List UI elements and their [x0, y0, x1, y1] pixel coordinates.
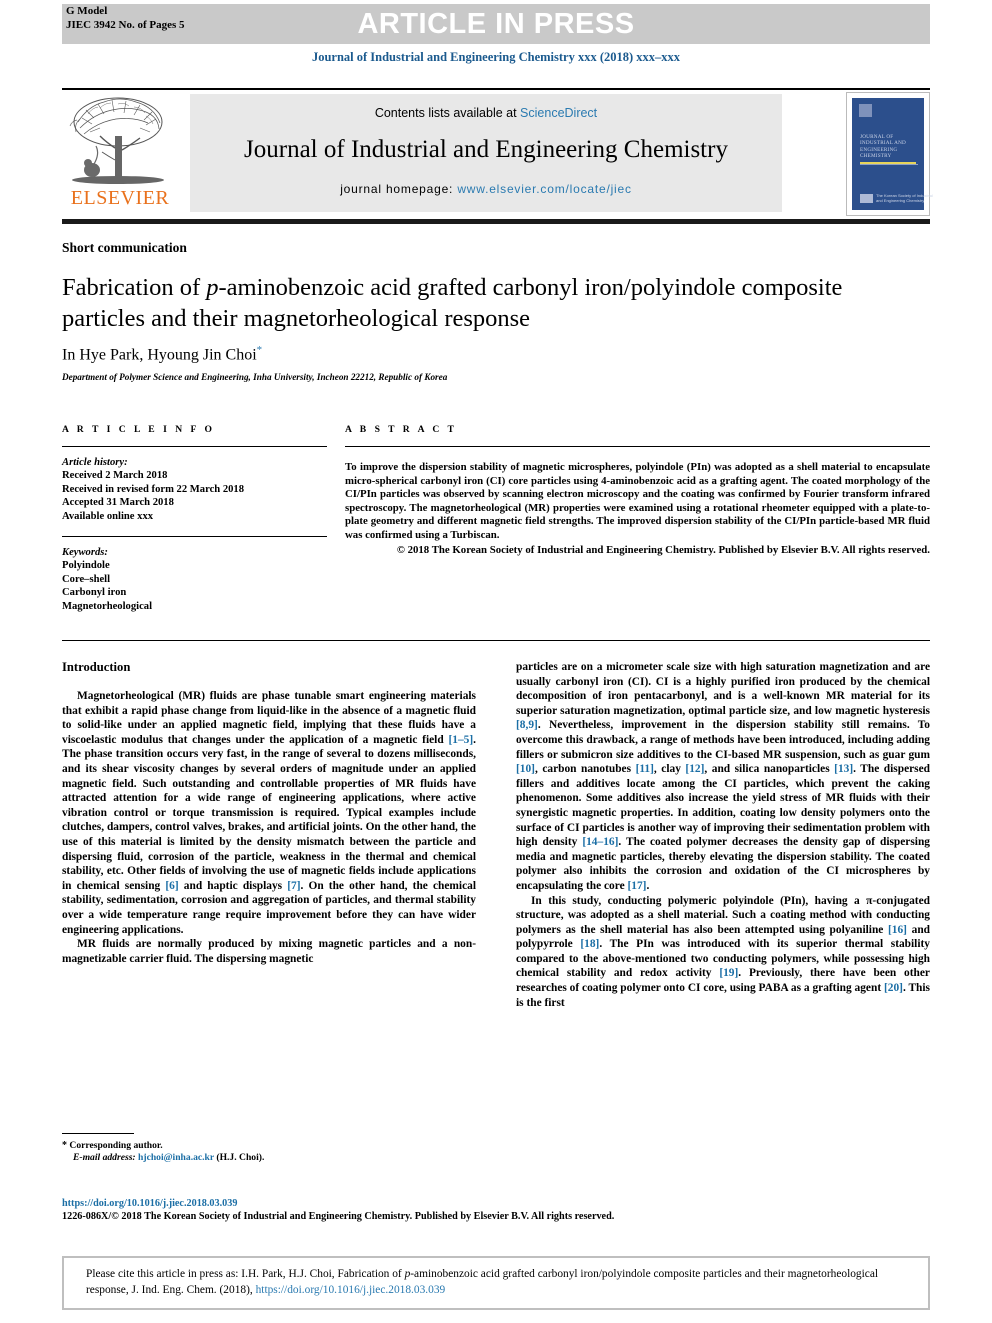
citation-reference[interactable]: [18] [580, 938, 599, 950]
citation-prefix: Please cite this article in press as: I.… [86, 1268, 405, 1280]
g-model-block: G Model JIEC 3942 No. of Pages 5 [66, 5, 185, 32]
paragraph: Magnetorheological (MR) fluids are phase… [62, 690, 476, 936]
affiliation: Department of Polymer Science and Engine… [62, 372, 448, 382]
cover-footline [860, 164, 918, 165]
masthead-top-rule [62, 88, 930, 90]
contents-prefix: Contents lists available at [374, 106, 521, 120]
citation-reference[interactable]: [6] [165, 880, 178, 892]
page-title: Fabrication of p-aminobenzoic acid graft… [62, 272, 852, 334]
corresponding-author-marker: * [256, 344, 263, 356]
history-item: Available online xxx [62, 510, 154, 522]
journal-homepage-line: journal homepage: www.elsevier.com/locat… [190, 182, 782, 196]
citation-reference[interactable]: [19] [719, 967, 738, 979]
journal-cover-thumbnail: JOURNAL OF INDUSTRIAL AND ENGINEERING CH… [846, 92, 933, 216]
issn-copyright-line: 1226-086X/© 2018 The Korean Society of I… [62, 1211, 615, 1223]
email-address-label: E-mail address: [73, 1152, 136, 1164]
journal-title: Journal of Industrial and Engineering Ch… [244, 136, 728, 163]
article-in-press-text: ARTICLE IN PRESS [357, 8, 635, 40]
keywords-block: Keywords: Polyindole Core–shell Carbonyl… [62, 546, 327, 613]
title-italic-p: p [206, 274, 219, 301]
citation-reference[interactable]: [14–16] [582, 836, 618, 848]
doi-link[interactable]: https://doi.org/10.1016/j.jiec.2018.03.0… [62, 1197, 762, 1210]
history-item: Received in revised form 22 March 2018 [62, 483, 245, 495]
citation-box: Please cite this article in press as: I.… [62, 1256, 930, 1310]
paragraph: MR fluids are normally produced by mixin… [62, 938, 476, 965]
author-list: In Hye Park, Hyoung Jin Choi* [62, 344, 262, 364]
article-info-column: A R T I C L E I N F O Article history: R… [62, 424, 327, 613]
citation-reference[interactable]: [7] [287, 880, 300, 892]
citation-reference[interactable]: [20] [884, 982, 903, 994]
journal-reference-line: Journal of Industrial and Engineering Ch… [311, 50, 681, 64]
citation-text: Please cite this article in press as: I.… [86, 1267, 906, 1298]
history-item: Received 2 March 2018 [62, 470, 168, 482]
body-column-right: particles are on a micrometer scale size… [516, 660, 930, 1010]
citation-reference[interactable]: [10] [516, 763, 535, 775]
cover-emblem-icon [859, 104, 872, 117]
citation-doi-link[interactable]: https://doi.org/10.1016/j.jiec.2018.03.0… [256, 1284, 446, 1296]
title-post: -aminobenzoic acid grafted carbonyl iron… [218, 274, 736, 301]
g-model-label: G Model [66, 5, 108, 17]
masthead-bottom-rule [62, 219, 930, 224]
introduction-heading: Introduction [62, 660, 131, 674]
article-type-label: Short communication [62, 240, 187, 255]
citation-reference[interactable]: [17] [627, 880, 646, 892]
homepage-url-link[interactable]: www.elsevier.com/locate/jiec [457, 182, 631, 196]
author-names: In Hye Park, Hyoung Jin Choi [62, 346, 257, 364]
abstract-text: To improve the dispersion stability of m… [345, 461, 930, 541]
keyword-item: Polyindole [62, 560, 110, 572]
abstract-heading: A B S T R A C T [345, 424, 457, 435]
body-separator-rule [62, 640, 930, 641]
homepage-prefix: journal homepage: [340, 182, 458, 196]
cover-society-logo-icon [860, 194, 873, 203]
elsevier-logo: ELSEVIER [64, 92, 176, 214]
elsevier-tree-icon [69, 97, 164, 184]
citation-reference[interactable]: [13] [834, 763, 853, 775]
body-column-left: Introduction Magnetorheological (MR) flu… [62, 660, 476, 966]
keyword-item: Carbonyl iron [62, 587, 127, 599]
citation-reference[interactable]: [16] [888, 924, 907, 936]
contents-box: Contents lists available at ScienceDirec… [190, 94, 782, 212]
abstract-copyright: © 2018 The Korean Society of Industrial … [396, 543, 930, 556]
keywords-label: Keywords: [62, 547, 108, 559]
citation-reference[interactable]: [11] [636, 763, 654, 775]
corresponding-author-footnote: * Corresponding author. E-mail address: … [62, 1140, 482, 1165]
cover-society-text: The Korean Society of Industrial and Eng… [876, 193, 933, 203]
article-in-press-band: ARTICLE IN PRESS [62, 4, 930, 44]
keyword-item: Core–shell [62, 573, 111, 585]
journal-masthead: ELSEVIER Contents lists available at Sci… [62, 88, 933, 224]
abstract-rule [345, 446, 930, 447]
email-link[interactable]: hjchoi@inha.ac.kr [138, 1152, 214, 1163]
history-item: Accepted 31 March 2018 [62, 497, 174, 509]
footnote-line-1: * Corresponding author. [62, 1140, 482, 1152]
citation-reference[interactable]: [12] [685, 763, 704, 775]
citation-box-inner: Please cite this article in press as: I.… [64, 1258, 928, 1308]
elsevier-wordmark: ELSEVIER [70, 187, 170, 209]
footnote-line-2: E-mail address: hjchoi@inha.ac.kr (H.J. … [62, 1152, 482, 1164]
article-history-label: Article history: [62, 457, 128, 468]
article-info-heading: A R T I C L E I N F O [62, 424, 215, 435]
footnote-rule [62, 1133, 134, 1134]
citation-reference[interactable]: [1–5] [448, 734, 473, 746]
paragraph: In this study, conducting polymeric poly… [516, 894, 931, 1009]
pages-label: JIEC 3942 No. of Pages 5 [66, 18, 185, 31]
contents-available-line: Contents lists available at ScienceDirec… [190, 106, 782, 120]
sciencedirect-link[interactable]: ScienceDirect [520, 106, 597, 120]
article-page: ARTICLE IN PRESS G Model JIEC 3942 No. o… [0, 0, 992, 1323]
keyword-item: Magnetorheological [62, 600, 153, 612]
cover-inner: JOURNAL OF INDUSTRIAL AND ENGINEERING CH… [852, 98, 933, 210]
email-suffix: (H.J. Choi). [216, 1152, 265, 1164]
doi-block: https://doi.org/10.1016/j.jiec.2018.03.0… [62, 1197, 762, 1224]
article-history-block: Article history: Received 2 March 2018 R… [62, 456, 327, 523]
paragraph: particles are on a micrometer scale size… [516, 661, 930, 892]
abstract-column: A B S T R A C T To improve the dispersio… [345, 424, 930, 557]
footnote-star: * [62, 1140, 67, 1151]
cover-journal-title: JOURNAL OF INDUSTRIAL AND ENGINEERING CH… [860, 134, 906, 160]
title-pre: Fabrication of [62, 274, 207, 301]
citation-reference[interactable]: [8,9] [516, 719, 538, 731]
corresponding-author-label: Corresponding author. [69, 1140, 163, 1151]
article-info-rule [62, 446, 327, 447]
keywords-separator-rule [62, 536, 327, 538]
